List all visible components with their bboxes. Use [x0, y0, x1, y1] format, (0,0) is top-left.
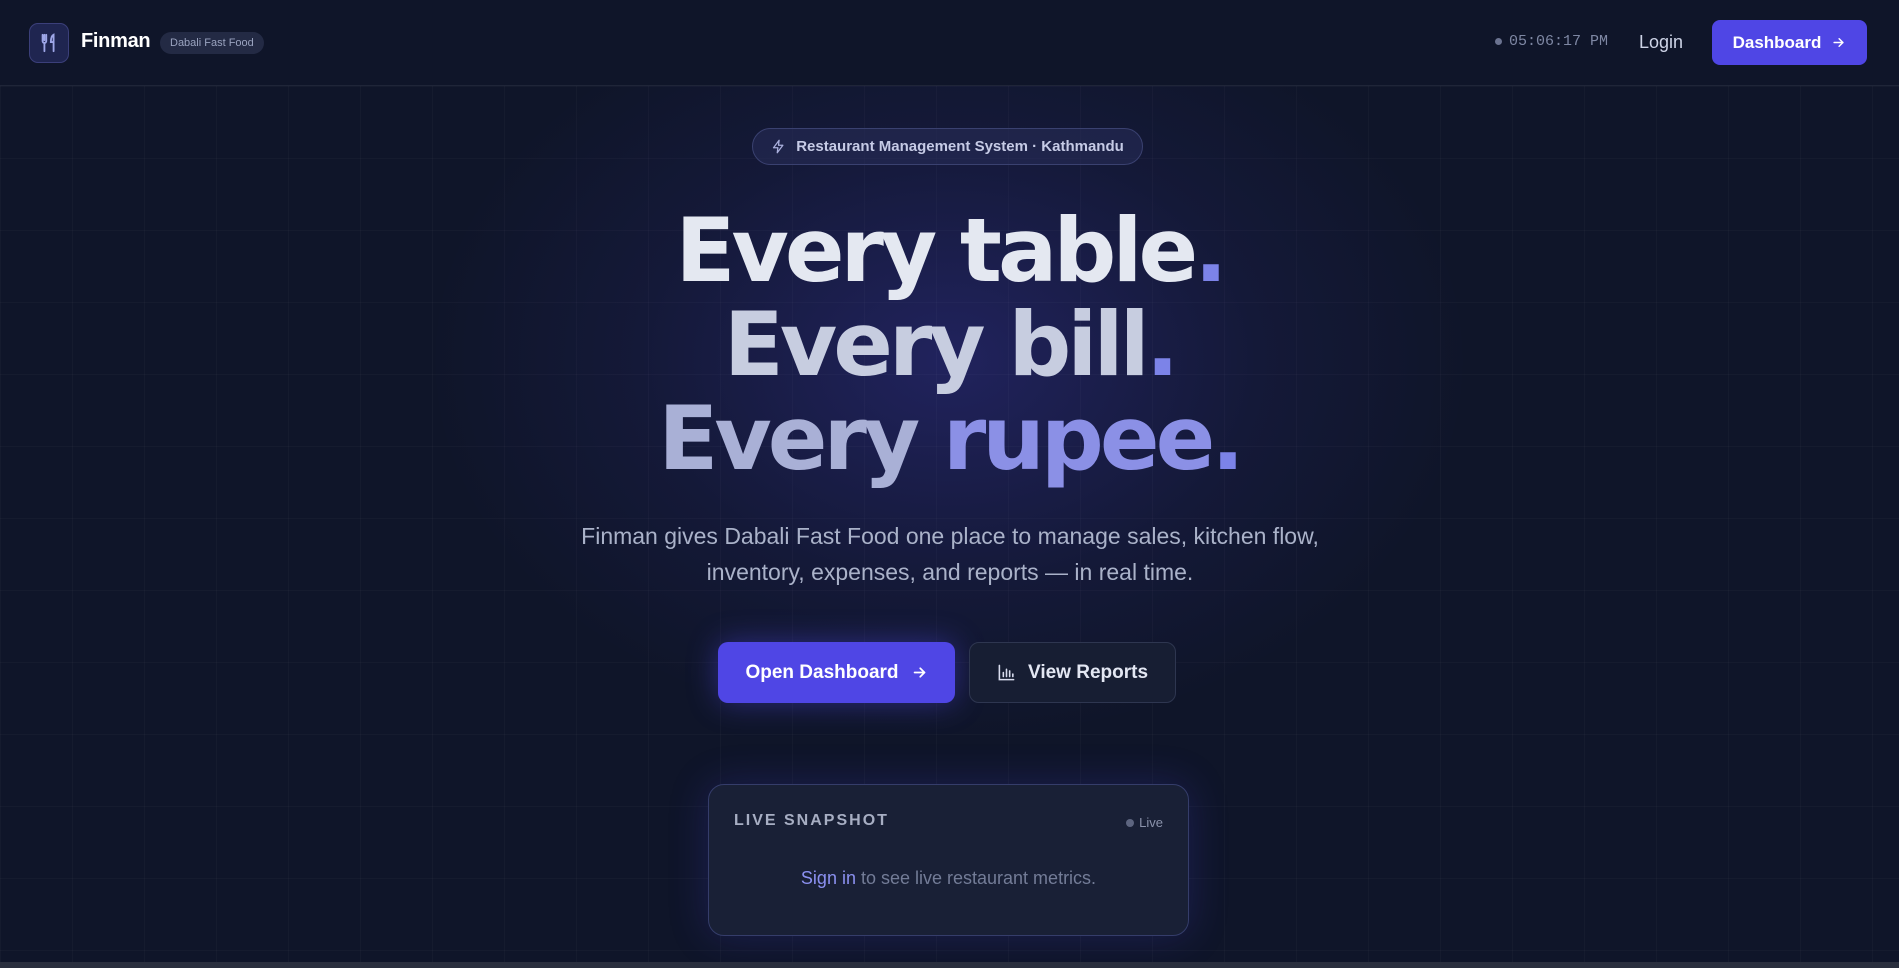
- logo[interactable]: [29, 23, 69, 63]
- dashboard-button[interactable]: Dashboard: [1712, 20, 1867, 65]
- status-dot: [1495, 38, 1502, 45]
- arrow-right-icon: [1833, 38, 1845, 47]
- headline-line-2: Every bill.: [723, 293, 1180, 396]
- horizontal-scrollbar[interactable]: [0, 962, 1899, 968]
- clock-time: 05:06:17 PM: [1509, 33, 1609, 50]
- view-reports-label: View Reports: [1027, 661, 1149, 683]
- live-indicator: Live: [1126, 815, 1163, 830]
- open-dashboard-label: Open Dashboard: [745, 661, 899, 683]
- headline-line-3: Every rupee.: [658, 387, 1244, 490]
- live-dot: [1126, 818, 1135, 827]
- hero-pill: Restaurant Management System · Kathmandu: [752, 128, 1143, 165]
- live-label: Live: [1139, 815, 1163, 830]
- snapshot-message: Sign in to see live restaurant metrics.: [709, 868, 1188, 889]
- lightning-icon: [773, 139, 784, 154]
- arrow-right-icon: [913, 667, 925, 678]
- hero-headline: Every table. Every bill. Every rupee.: [0, 204, 1899, 486]
- live-snapshot-card: LIVE SNAPSHOT Live Sign in to see live r…: [708, 784, 1189, 936]
- hero-pill-label: Restaurant Management System · Kathmandu: [796, 138, 1124, 155]
- clock: 05:06:17 PM: [1495, 33, 1608, 50]
- bar-chart-icon: [998, 664, 1015, 681]
- brand-name[interactable]: Finman: [81, 30, 151, 53]
- snapshot-message-text: to see live restaurant metrics.: [855, 868, 1097, 888]
- dashboard-button-label: Dashboard: [1732, 32, 1822, 52]
- hero-subtitle: Finman gives Dabali Fast Food one place …: [581, 523, 1319, 585]
- snapshot-title: LIVE SNAPSHOT: [734, 812, 889, 829]
- landing-page: Finman Dabali Fast Food 05:06:17 PM Logi…: [0, 0, 1899, 968]
- login-link[interactable]: Login: [1639, 32, 1683, 53]
- restaurant-badge: Dabali Fast Food: [160, 32, 264, 54]
- view-reports-button[interactable]: View Reports: [969, 642, 1176, 703]
- fork-knife-icon: [41, 33, 55, 53]
- open-dashboard-button[interactable]: Open Dashboard: [718, 642, 955, 703]
- top-navbar: Finman Dabali Fast Food 05:06:17 PM Logi…: [0, 0, 1899, 86]
- sign-in-link[interactable]: Sign in: [801, 868, 856, 888]
- headline-line-1: Every table.: [675, 199, 1227, 302]
